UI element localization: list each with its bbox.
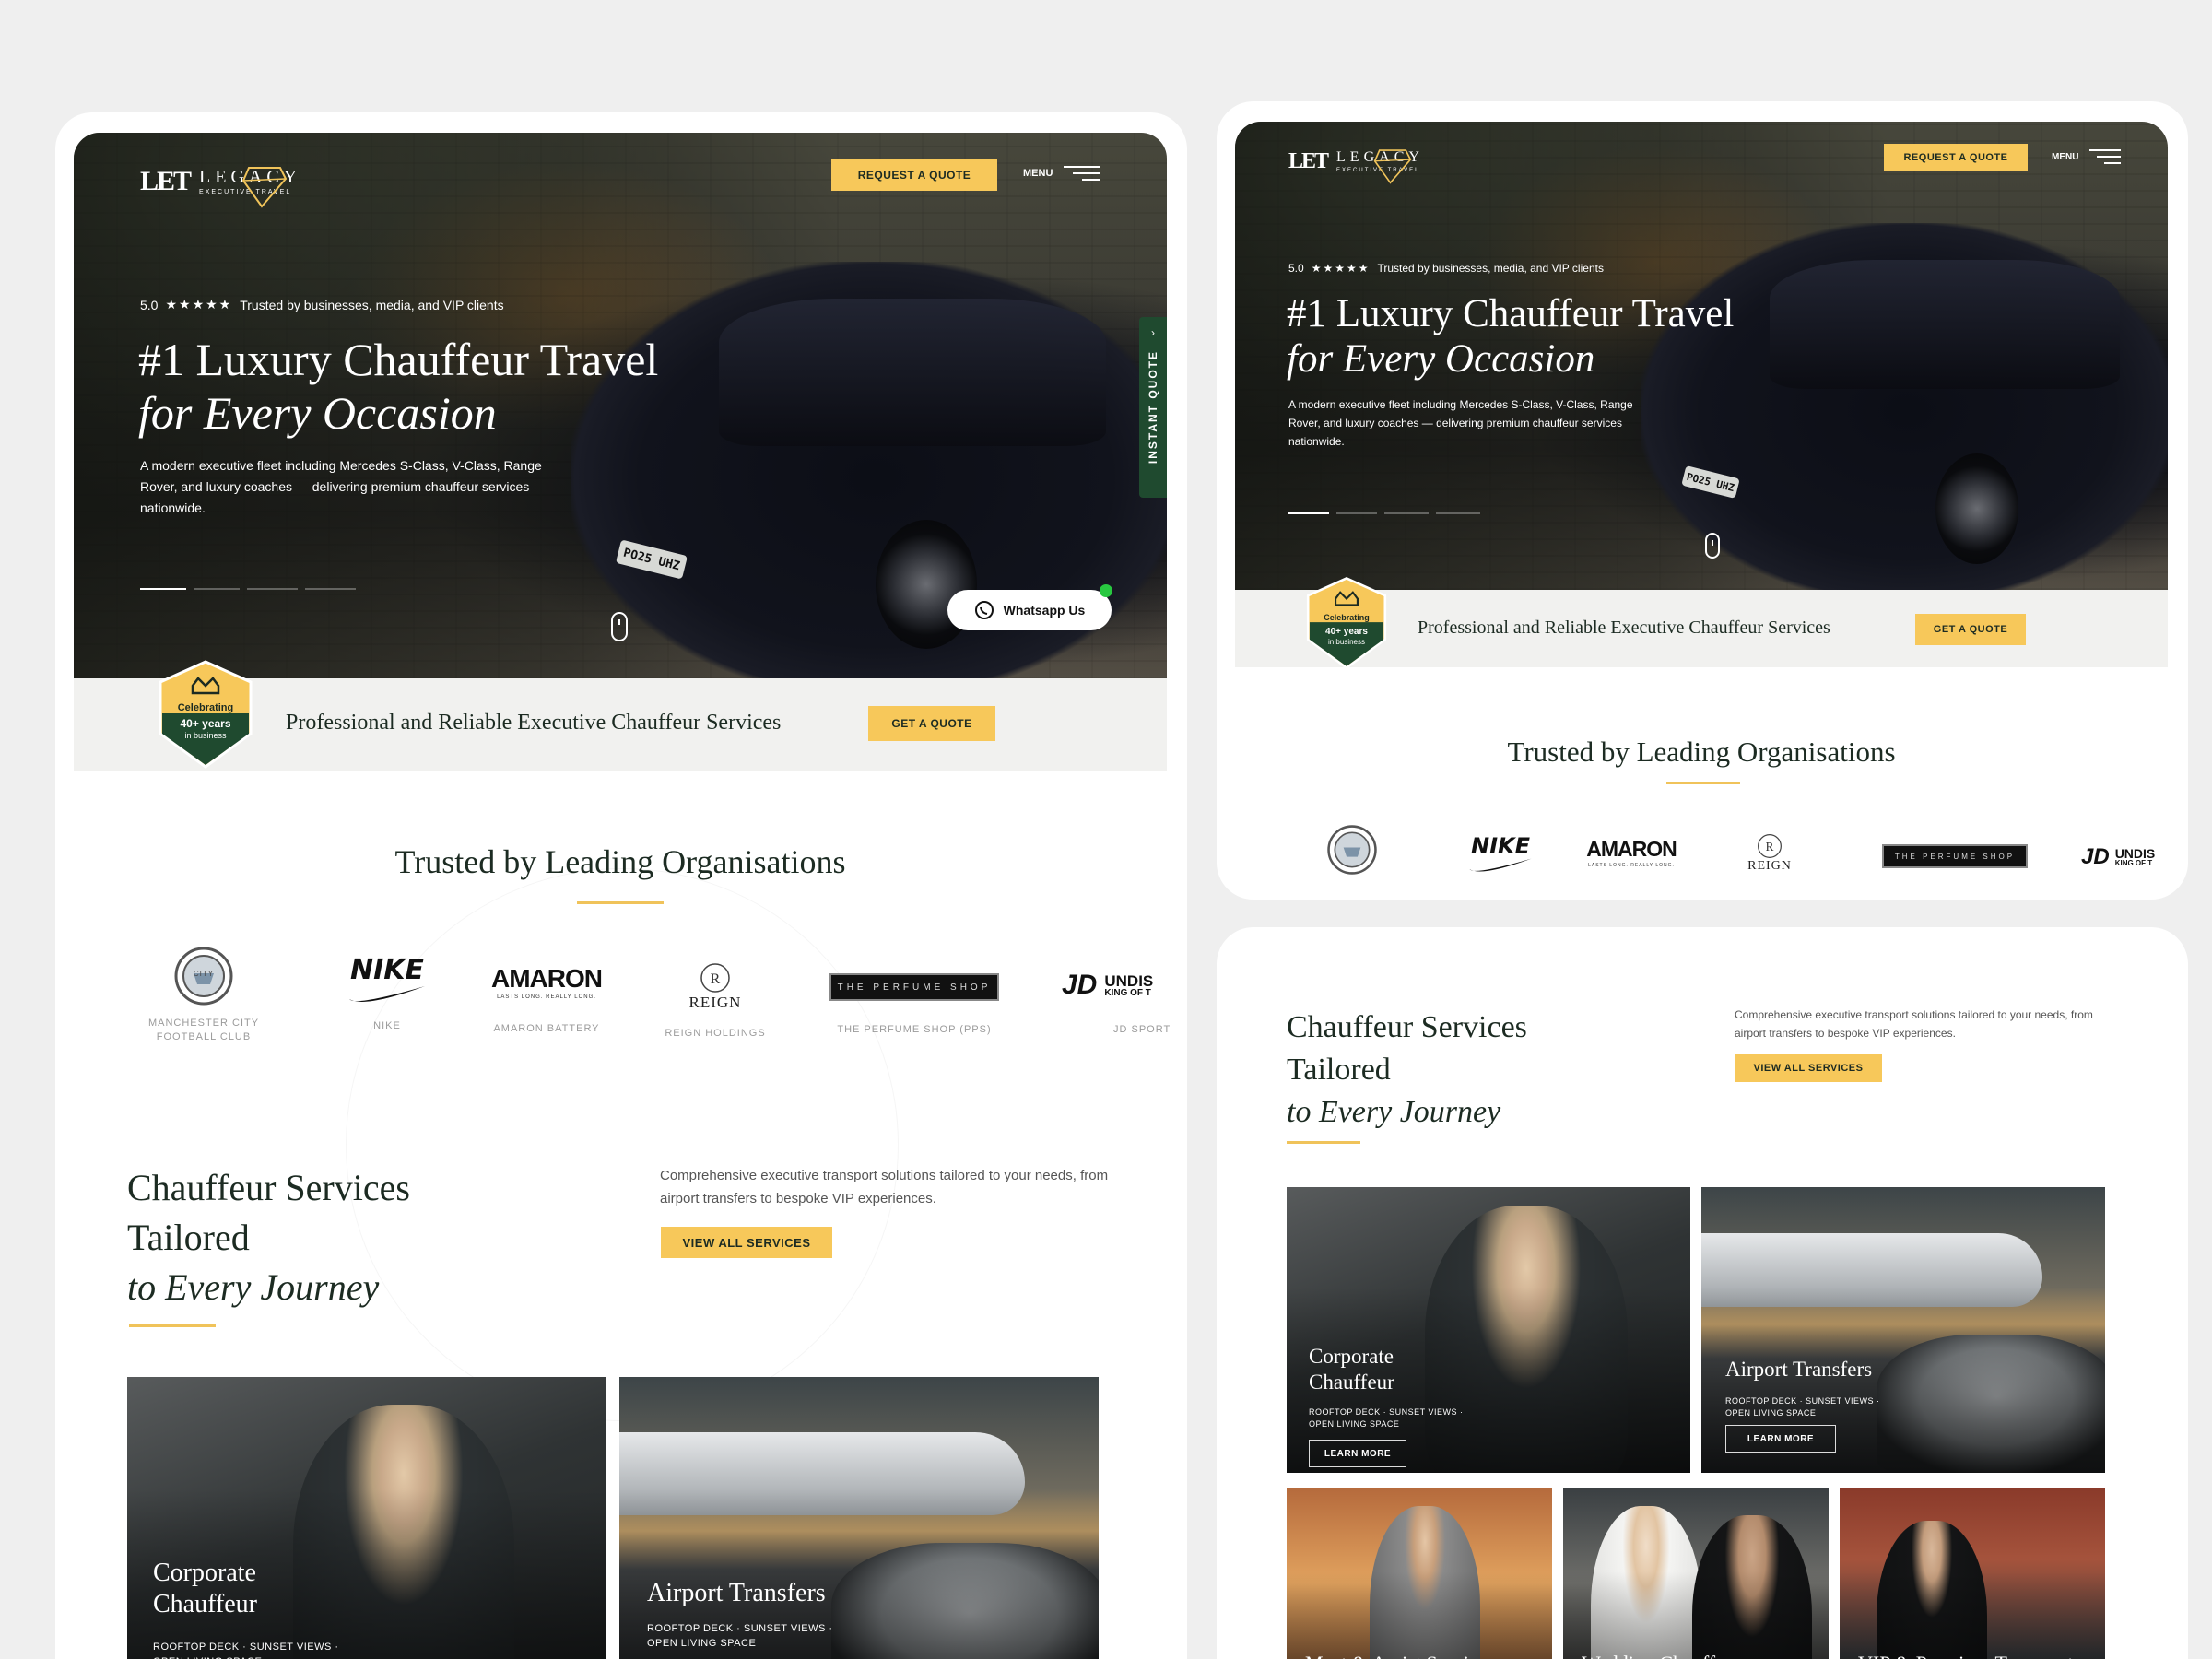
celebrating-badge <box>159 660 253 769</box>
gold-divider <box>129 1324 216 1327</box>
services-title: Chauffeur Services Tailored to Every Jou… <box>127 1167 410 1308</box>
service-card-airport[interactable]: Airport Transfers ROOFTOP DECK · SUNSET … <box>619 1377 1099 1659</box>
whatsapp-icon <box>974 601 994 619</box>
client-logo-jd: JD UNDIS KING OF T JD SPORT <box>1062 970 1171 1035</box>
hero-title: #1 Luxury Chauffeur Travel for Every Occ… <box>138 334 659 439</box>
gold-divider <box>577 901 664 904</box>
service-card-airport[interactable]: Airport Transfers ROOFTOP DECK · SUNSET … <box>1701 1187 2105 1473</box>
service-card-wedding[interactable]: Wedding Chauffeur <box>1563 1488 1829 1659</box>
stars-icon: ★★★★★ <box>1311 262 1371 275</box>
client-logo-perfume-shop: THE PERFUME SHOP THE PERFUME SHOP (PPS) <box>828 973 1001 1037</box>
online-indicator <box>1100 584 1112 597</box>
desktop-preview-panel: PO25 UHZ LET LEGACY EXECUTIVE TRAVEL REQ… <box>55 112 1187 1659</box>
scroll-mouse-icon <box>611 612 628 641</box>
svg-text:R: R <box>711 971 721 987</box>
diamond-icon <box>241 167 288 208</box>
reign-r-icon: R <box>1758 834 1782 858</box>
instant-quote-tab[interactable]: › INSTANT QUOTE <box>1139 317 1167 498</box>
client-logo-manchester-city <box>1320 824 1384 876</box>
view-all-services-button[interactable]: VIEW ALL SERVICES <box>661 1227 832 1258</box>
get-quote-button[interactable]: GET A QUOTE <box>868 706 995 741</box>
gold-divider <box>1666 782 1740 784</box>
tablet-preview-panel-top: PO25 UHZ LET LEGACY EXECUTIVE TRAVEL REQ… <box>1217 101 2188 900</box>
mcfc-crest-icon <box>1327 825 1377 875</box>
brand-logo[interactable]: LET LEGACY EXECUTIVE TRAVEL <box>140 166 301 208</box>
client-logo-perfume-shop: THE PERFUME SHOP <box>1880 844 2030 868</box>
chevron-right-icon: › <box>1151 326 1155 339</box>
client-logo-jd: JD UNDIS KING OF T <box>2081 844 2156 869</box>
gold-divider <box>1287 1141 1360 1144</box>
service-card-corporate[interactable]: Corporate Chauffeur ROOFTOP DECK · SUNSE… <box>127 1377 606 1659</box>
brand-logo[interactable]: LET LEGACY EXECUTIVE TRAVEL <box>1288 149 1424 184</box>
services-description: Comprehensive executive transport soluti… <box>1735 1008 2093 1040</box>
slider-dots[interactable] <box>140 588 356 590</box>
view-all-services-button[interactable]: VIEW ALL SERVICES <box>1735 1054 1882 1082</box>
client-logo-nike: NIKE NIKE <box>341 957 433 1033</box>
trusted-title: Trusted by Leading Organisations <box>1507 735 1896 768</box>
nike-swoosh-icon <box>349 986 425 1002</box>
slider-dots[interactable] <box>1288 512 1480 514</box>
client-logo-amaron: AMARON LASTS LONG. REALLY LONG. AMARON B… <box>491 964 603 1035</box>
learn-more-button[interactable]: LEARN MORE <box>1309 1440 1406 1467</box>
service-card-corporate[interactable]: Corporate Chauffeur ROOFTOP DECK · SUNSE… <box>1287 1187 1690 1473</box>
hero-section: PO25 UHZ LET LEGACY EXECUTIVE TRAVEL REQ… <box>74 133 1167 678</box>
menu-button[interactable]: MENU <box>2052 149 2122 164</box>
svg-text:R: R <box>1766 840 1774 853</box>
hero-rating: 5.0 ★★★★★ Trusted by businesses, media, … <box>140 297 504 312</box>
tablet-preview-panel-bottom: Chauffeur Services Tailored to Every Jou… <box>1217 927 2188 1659</box>
services-description: Comprehensive executive transport soluti… <box>660 1168 1109 1206</box>
diamond-icon <box>1373 149 1412 184</box>
hero-title: #1 Luxury Chauffeur Travel for Every Occ… <box>1287 292 1735 382</box>
get-quote-button[interactable]: GET A QUOTE <box>1915 614 2026 645</box>
whatsapp-button[interactable]: Whatsapp Us <box>947 590 1112 630</box>
service-card-vip[interactable]: VIP & Premium Transport <box>1840 1488 2105 1659</box>
client-logo-amaron: AMARON LASTS LONG. REALLY LONG. <box>1586 837 1677 869</box>
hero-description: A modern executive fleet including Merce… <box>1288 398 1633 448</box>
learn-more-button[interactable]: LEARN MORE <box>1725 1425 1836 1453</box>
hero-section: PO25 UHZ LET LEGACY EXECUTIVE TRAVEL REQ… <box>1235 122 2168 590</box>
client-logo-reign: R REIGN <box>1733 833 1806 874</box>
menu-button[interactable]: MENU <box>1023 166 1101 181</box>
hero-rating: 5.0 ★★★★★ Trusted by businesses, media, … <box>1288 262 1604 275</box>
request-quote-button[interactable]: REQUEST A QUOTE <box>1884 144 2028 171</box>
celebrating-badge <box>1306 577 1387 670</box>
service-card-meet-assist[interactable]: Meet & Assist Services <box>1287 1488 1552 1659</box>
request-quote-button[interactable]: REQUEST A QUOTE <box>831 159 997 191</box>
client-logo-nike: NIKE <box>1464 835 1537 874</box>
client-logo-reign: R REIGN REIGN HOLDINGS <box>651 962 780 1041</box>
scroll-mouse-icon <box>1705 533 1720 559</box>
services-title: Chauffeur Services Tailored to Every Jou… <box>1287 1010 1527 1129</box>
client-logo-manchester-city: CITY MANCHESTER CITY FOOTBALL CLUB <box>144 946 264 1045</box>
hero-description: A modern executive fleet including Merce… <box>140 458 542 516</box>
nike-swoosh-icon <box>1469 858 1532 872</box>
stars-icon: ★★★★★ <box>165 297 233 312</box>
trusted-title: Trusted by Leading Organisations <box>394 843 846 880</box>
reign-r-icon: R <box>700 963 730 993</box>
decorative-circle <box>346 868 899 1421</box>
hamburger-icon <box>2089 149 2122 164</box>
hamburger-icon <box>1064 166 1101 181</box>
wheel <box>1936 453 2018 564</box>
